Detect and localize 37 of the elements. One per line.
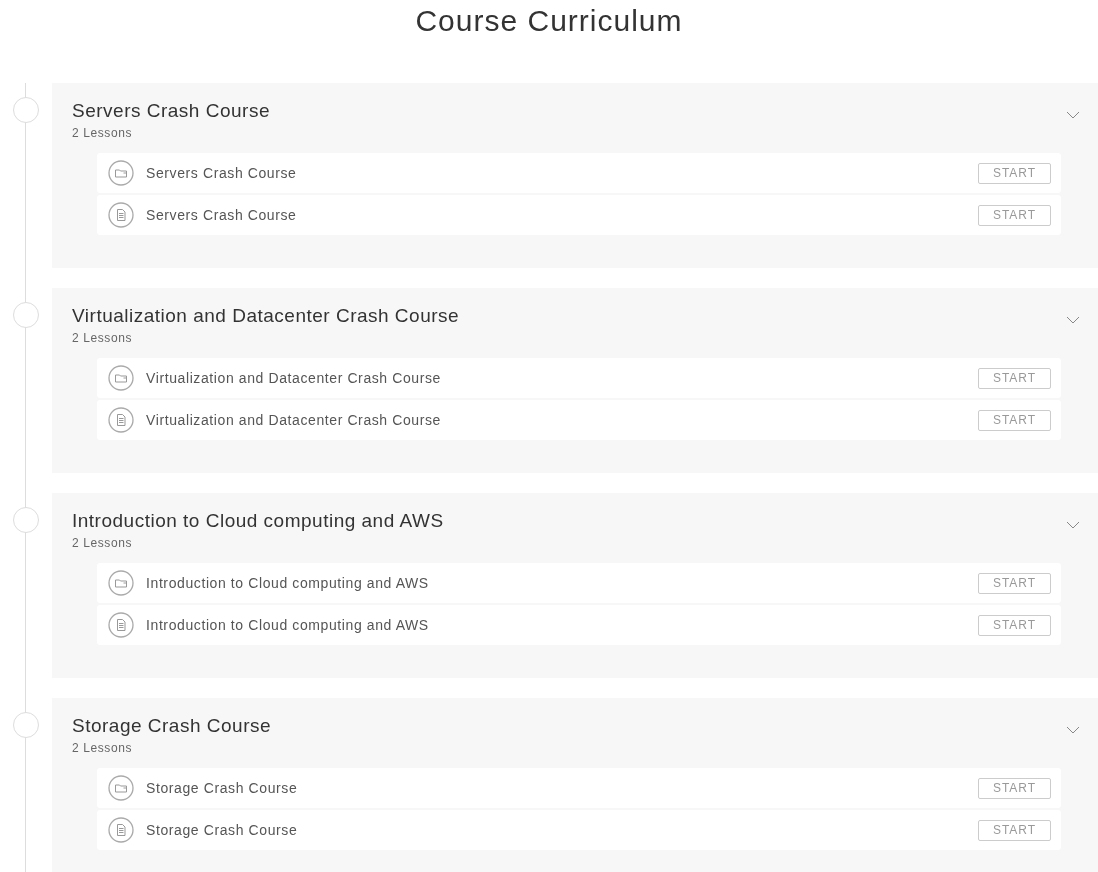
lesson-count: 2 Lessons bbox=[72, 331, 133, 345]
chevron-icon[interactable] bbox=[1066, 726, 1080, 734]
lesson-row[interactable]: Servers Crash Course START bbox=[97, 153, 1061, 193]
chevron-icon[interactable] bbox=[1066, 111, 1080, 119]
section-title: Virtualization and Datacenter Crash Course bbox=[72, 304, 461, 328]
lesson-title: Virtualization and Datacenter Crash Course bbox=[146, 412, 442, 428]
lesson-title: Servers Crash Course bbox=[146, 207, 298, 223]
chevron-icon[interactable] bbox=[1066, 316, 1080, 324]
document-icon bbox=[108, 202, 134, 228]
lesson-row[interactable]: Virtualization and Datacenter Crash Course START bbox=[97, 400, 1061, 440]
lesson-row[interactable]: Introduction to Cloud computing and AWS START bbox=[97, 605, 1061, 645]
section-title: Servers Crash Course bbox=[72, 99, 271, 123]
document-icon bbox=[108, 407, 134, 433]
lesson-row[interactable]: Introduction to Cloud computing and AWS START bbox=[97, 563, 1061, 603]
section-title: Introduction to Cloud computing and AWS bbox=[72, 509, 445, 533]
page-title: Course Curriculum bbox=[414, 3, 684, 39]
document-icon bbox=[108, 817, 134, 843]
section-title: Storage Crash Course bbox=[72, 714, 273, 738]
lesson-row[interactable]: Virtualization and Datacenter Crash Course START bbox=[97, 358, 1061, 398]
lesson-count: 2 Lessons bbox=[72, 741, 133, 755]
folder-icon bbox=[108, 160, 134, 186]
folder-icon bbox=[108, 365, 134, 391]
lesson-row[interactable]: Storage Crash Course START bbox=[97, 810, 1061, 850]
lesson-title: Storage Crash Course bbox=[146, 822, 299, 838]
lesson-count: 2 Lessons bbox=[72, 536, 133, 550]
lesson-title: Virtualization and Datacenter Crash Course bbox=[146, 370, 442, 386]
lesson-title: Introduction to Cloud computing and AWS bbox=[146, 617, 430, 633]
folder-icon bbox=[108, 775, 134, 801]
document-icon bbox=[108, 612, 134, 638]
chevron-icon[interactable] bbox=[1066, 521, 1080, 529]
lesson-title: Introduction to Cloud computing and AWS bbox=[146, 575, 430, 591]
lesson-title: Storage Crash Course bbox=[146, 780, 299, 796]
lesson-row[interactable]: Servers Crash Course START bbox=[97, 195, 1061, 235]
lesson-title: Servers Crash Course bbox=[146, 165, 298, 181]
folder-icon bbox=[108, 570, 134, 596]
lesson-count: 2 Lessons bbox=[72, 126, 133, 140]
lesson-row[interactable]: Storage Crash Course START bbox=[97, 768, 1061, 808]
